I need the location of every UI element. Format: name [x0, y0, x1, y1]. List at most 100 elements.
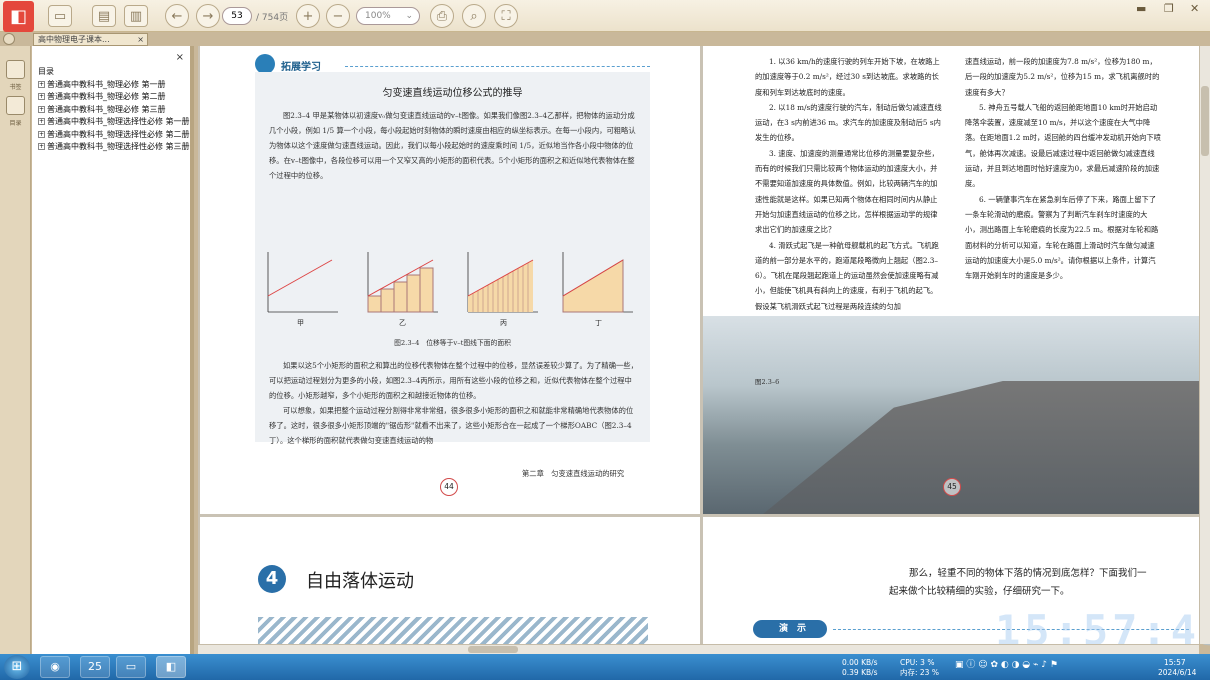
- page-44: 拓展学习 匀变速直线运动位移公式的推导 图2.3–4 甲是某物体以初速度v₀做匀…: [200, 46, 700, 514]
- outline-item-label: 普通高中教科书_物理选择性必修 第一册: [47, 117, 190, 126]
- figure-label: 乙: [399, 319, 406, 327]
- exercise: 2. 以18 m/s的速度行驶的汽车，制动后做匀减速直线运动，在3 s内前进36…: [755, 102, 942, 143]
- tab-bar: 高中物理电子课本... ×: [0, 32, 1210, 46]
- double-page-icon[interactable]: ▥: [124, 5, 148, 27]
- file-explorer-icon[interactable]: ▭: [116, 656, 146, 678]
- paragraph: 可以想象，如果把整个运动过程分割得非常非常细，很多很多小矩形的面积之和就能非常精…: [269, 406, 634, 445]
- outline-root[interactable]: 目录: [38, 66, 190, 79]
- exercise: 5. 神舟五号载人飞船的返回舱距地面10 km时开始启动降落伞装置，速度减至10…: [965, 102, 1161, 189]
- chapter-title: 自由落体运动: [306, 571, 414, 592]
- figure-bing: [460, 250, 540, 320]
- calendar-icon[interactable]: 25: [80, 656, 110, 678]
- bookmark-label: 书签: [9, 84, 22, 91]
- zoom-select[interactable]: 100% ⌄: [356, 7, 420, 25]
- page-45: 1. 以36 km/h的速度行驶的列车开始下坡，在坡路上的加速度等于0.2 m/…: [703, 46, 1199, 514]
- document-viewer[interactable]: 拓展学习 匀变速直线运动位移公式的推导 图2.3–4 甲是某物体以初速度v₀做匀…: [198, 46, 1199, 644]
- column-left: 1. 以36 km/h的速度行驶的列车开始下坡，在坡路上的加速度等于0.2 m/…: [755, 54, 943, 350]
- decorative-stripe: [258, 617, 648, 644]
- figure-label: 图2.3–6: [755, 378, 780, 386]
- page-total: / 754页: [256, 13, 289, 23]
- net-download: 0.39 KB/s: [842, 668, 878, 677]
- expand-icon[interactable]: +: [38, 118, 45, 125]
- page-46: 4 自由落体运动: [200, 517, 700, 644]
- net-upload: 0.00 KB/s: [842, 658, 878, 667]
- expand-icon[interactable]: +: [38, 80, 45, 88]
- fullscreen-icon[interactable]: ⛶: [494, 4, 518, 28]
- horizontal-scrollbar[interactable]: [198, 644, 1199, 654]
- zoom-value: 100%: [365, 11, 391, 21]
- tab-close-icon[interactable]: ×: [137, 34, 144, 45]
- home-icon[interactable]: [3, 33, 15, 45]
- box-title: 匀变速直线运动位移公式的推导: [382, 88, 523, 99]
- app-icon[interactable]: ◉: [40, 656, 70, 678]
- chevron-down-icon: ⌄: [405, 11, 413, 21]
- print-icon[interactable]: ⎙: [430, 4, 454, 28]
- minimize-icon[interactable]: ▬: [1136, 2, 1146, 15]
- figure-yi: [360, 250, 440, 320]
- page-number-input[interactable]: 53: [222, 7, 252, 25]
- outline-item[interactable]: + 普通高中教科书_物理必修 第二册: [38, 91, 190, 104]
- page-number: 45: [943, 478, 961, 496]
- paragraph: 那么，轻重不同的物体下落的情况到底怎样？下面我们一起来做个比较精细的实验，仔细研…: [889, 568, 1147, 597]
- outline-item[interactable]: + 普通高中教科书_物理选择性必修 第二册: [38, 129, 190, 142]
- start-button[interactable]: ⊞: [4, 655, 30, 679]
- outline-icon[interactable]: [6, 96, 25, 115]
- search-icon[interactable]: ⌕: [462, 4, 486, 28]
- tab-title: 高中物理电子课本...: [38, 35, 110, 44]
- chapter-number: 4: [258, 565, 286, 593]
- planet-icon: [255, 54, 275, 74]
- outline-item-label: 普通高中教科书_物理必修 第一册: [47, 79, 166, 89]
- column-right: 速直线运动，前一段的加速度为7.8 m/s²，位移为180 m，后一段的加速度为…: [965, 54, 1161, 340]
- exercise: 6. 一辆肇事汽车在紧急刹车后停了下来，路面上留下了一条车轮滑动的磨痕。警察为了…: [965, 194, 1159, 281]
- toolbar: ◧ ▭ ▤ ▥ ← → 53 / 754页 + − 100% ⌄ ⎙ ⌕ ⛶ ▬ …: [0, 0, 1210, 32]
- tray-icons[interactable]: ▣ ⓘ ☺ ✿ ◐ ◑ ◒ ⌁ ♪ ⚑: [955, 657, 1058, 670]
- paragraph: 如果以这5个小矩形的面积之和算出的位移代表物体在整个过程中的位移，显然误差较少算…: [269, 361, 638, 400]
- figure-label: 丁: [595, 319, 602, 327]
- outline-item[interactable]: + 普通高中教科书_物理选择性必修 第一册: [38, 116, 190, 129]
- zoom-out-icon[interactable]: −: [326, 4, 350, 28]
- figure-caption: 图2.3–4 位移等于v–t图线下面的面积: [394, 339, 511, 347]
- demo-label: 演 示: [753, 620, 827, 638]
- outline-close-icon[interactable]: ×: [176, 52, 184, 63]
- section-label: 拓展学习: [281, 62, 321, 73]
- exercise: 速直线运动，前一段的加速度为7.8 m/s²，位移为180 m，后一段的加速度为…: [965, 57, 1160, 97]
- close-icon[interactable]: ✕: [1190, 2, 1199, 15]
- scroll-thumb[interactable]: [1201, 86, 1209, 156]
- scroll-thumb[interactable]: [468, 646, 518, 653]
- expand-icon[interactable]: +: [38, 93, 45, 100]
- tab-document[interactable]: 高中物理电子课本... ×: [33, 33, 148, 46]
- vertical-scrollbar[interactable]: [1199, 46, 1210, 644]
- expand-icon[interactable]: +: [38, 105, 45, 113]
- figure-jia: [260, 250, 340, 320]
- clock-time: 15:57: [1164, 658, 1186, 667]
- prev-page-icon[interactable]: ←: [165, 4, 189, 28]
- expand-icon[interactable]: +: [38, 143, 45, 150]
- memory-usage: 内存: 23 %: [900, 668, 939, 677]
- clock-date: 2024/6/14: [1158, 668, 1197, 677]
- pdf-reader-icon[interactable]: ◧: [156, 656, 186, 678]
- page-number: 44: [440, 478, 458, 496]
- next-page-icon[interactable]: →: [196, 4, 220, 28]
- exercise: 4. 滑跃式起飞是一种航母舰载机的起飞方式。飞机跑道的前一部分是水平的，跑道尾段…: [755, 240, 939, 311]
- outline-panel: × 目录 + 普通高中教科书_物理必修 第一册 + 普通高中教科书_物理必修 第二册…: [32, 46, 194, 654]
- calendar-day: 25: [88, 660, 102, 673]
- bookmark-icon[interactable]: [6, 60, 25, 79]
- cpu-usage: CPU: 3 %: [900, 658, 935, 667]
- extension-box: 匀变速直线运动位移公式的推导 图2.3–4 甲是某物体以初速度v₀做匀变速直线运…: [255, 72, 650, 445]
- app-logo-icon[interactable]: ◧: [3, 1, 34, 32]
- exercise: 3. 速度、加速度的测量通常比位移的测量要复杂些，而有的时候我们只需比较两个物体…: [755, 148, 939, 235]
- zoom-in-icon[interactable]: +: [296, 4, 320, 28]
- outline-item[interactable]: + 普通高中教科书_物理必修 第一册: [38, 79, 190, 92]
- outline-item-label: 普通高中教科书_物理选择性必修 第二册: [47, 129, 190, 139]
- paragraph: 图2.3–4 甲是某物体以初速度v₀做匀变速直线运动的v–t图像。如果我们像图2…: [269, 111, 636, 180]
- outline-label: 目录: [9, 120, 22, 127]
- left-panel: 书签 目录: [0, 46, 31, 654]
- taskbar: ⊞ ◉ 25 ▭ ◧ 0.00 KB/s 0.39 KB/s CPU: 3 % …: [0, 654, 1210, 680]
- outline-item[interactable]: + 普通高中教科书_物理选择性必修 第三册: [38, 141, 190, 154]
- maximize-icon[interactable]: ❐: [1164, 2, 1174, 15]
- single-page-icon[interactable]: ▤: [92, 5, 116, 27]
- figure-label: 甲: [297, 319, 304, 327]
- open-folder-icon[interactable]: ▭: [48, 5, 72, 27]
- outline-item[interactable]: + 普通高中教科书_物理必修 第三册: [38, 104, 190, 117]
- expand-icon[interactable]: +: [38, 130, 45, 138]
